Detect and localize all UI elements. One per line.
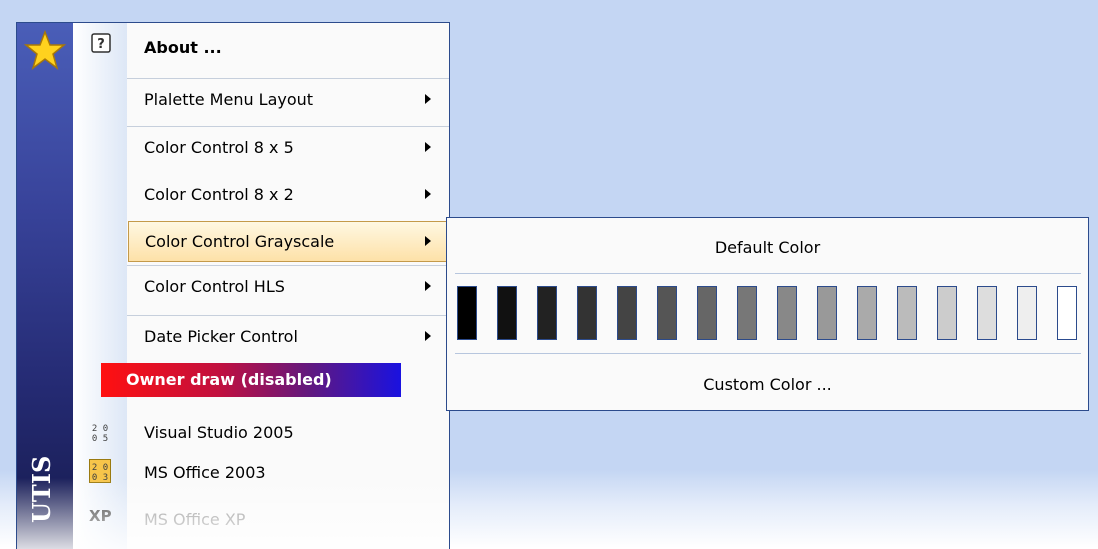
color-swatch[interactable] xyxy=(817,286,837,340)
color-swatch[interactable] xyxy=(497,286,517,340)
menu-item-palette-layout[interactable]: Plalette Menu Layout xyxy=(127,78,449,121)
menu-item-label: Color Control Grayscale xyxy=(145,232,335,251)
default-color-button[interactable]: Default Color xyxy=(447,238,1088,257)
color-swatch[interactable] xyxy=(777,286,797,340)
color-swatch[interactable] xyxy=(857,286,877,340)
menu-item-label: Color Control 8 x 2 xyxy=(144,185,294,204)
submenu-arrow-icon xyxy=(425,236,431,246)
menu-item-color-8x2[interactable]: Color Control 8 x 2 xyxy=(127,174,449,216)
menu-item-label: MS Office 2003 xyxy=(144,463,266,482)
submenu-arrow-icon xyxy=(425,142,431,152)
menu-item-color-hls[interactable]: Color Control HLS xyxy=(127,265,449,308)
submenu-arrow-icon xyxy=(425,281,431,291)
menu-item-label: Date Picker Control xyxy=(144,327,298,346)
menu-item-label: About ... xyxy=(144,38,222,57)
submenu-arrow-icon xyxy=(425,331,431,341)
color-swatch[interactable] xyxy=(537,286,557,340)
color-swatch[interactable] xyxy=(657,286,677,340)
color-swatch[interactable] xyxy=(897,286,917,340)
default-color-label: Default Color xyxy=(714,238,821,257)
menu-item-label: Visual Studio 2005 xyxy=(144,423,294,442)
menu-item-visual-studio-2005[interactable]: Visual Studio 2005 xyxy=(127,412,449,454)
owner-draw-label: Owner draw (disabled) xyxy=(126,370,332,389)
office2003-icon: 2 0 0 3 xyxy=(89,459,111,483)
sidebar-text: UTIS xyxy=(27,455,56,523)
svg-text:2 0: 2 0 xyxy=(92,463,108,473)
star-icon xyxy=(24,29,66,70)
menu-item-about[interactable]: About ... xyxy=(127,27,449,69)
menu-item-label: Color Control HLS xyxy=(144,277,285,296)
submenu-arrow-icon xyxy=(425,189,431,199)
owner-draw-item: Owner draw (disabled) xyxy=(101,363,401,397)
submenu-arrow-icon xyxy=(425,94,431,104)
svg-text:0 5: 0 5 xyxy=(92,434,108,443)
menu-item-date-picker[interactable]: Date Picker Control xyxy=(127,315,449,358)
menu-item-label: MS Office XP xyxy=(144,510,246,529)
menu-item-label: Plalette Menu Layout xyxy=(144,90,314,109)
color-swatch[interactable] xyxy=(457,286,477,340)
menu-sidebar: UTIS xyxy=(17,23,73,549)
custom-color-button[interactable]: Custom Color ... xyxy=(447,375,1088,394)
custom-color-label: Custom Color ... xyxy=(703,375,832,394)
officexp-icon: XP xyxy=(89,507,112,525)
menu-item-ms-office-2003[interactable]: MS Office 2003 xyxy=(127,452,449,494)
color-swatch[interactable] xyxy=(977,286,997,340)
menu-item-color-grayscale[interactable]: Color Control Grayscale xyxy=(128,221,448,262)
popup-menu: UTIS ? 2 0 0 5 2 0 0 3 XP About ... Plal… xyxy=(16,22,450,549)
svg-text:0 3: 0 3 xyxy=(92,473,108,483)
submenu-divider xyxy=(455,353,1081,354)
help-icon: ? xyxy=(91,33,111,53)
color-swatch[interactable] xyxy=(1057,286,1077,340)
color-swatch[interactable] xyxy=(737,286,757,340)
color-swatch[interactable] xyxy=(617,286,637,340)
color-swatch[interactable] xyxy=(937,286,957,340)
menu-item-ms-office-xp[interactable]: MS Office XP xyxy=(127,499,449,541)
svg-text:2 0: 2 0 xyxy=(92,424,108,434)
menu-item-color-8x5[interactable]: Color Control 8 x 5 xyxy=(127,126,449,169)
color-swatch[interactable] xyxy=(697,286,717,340)
color-swatch[interactable] xyxy=(1017,286,1037,340)
icon-column: ? 2 0 0 5 2 0 0 3 XP xyxy=(73,23,127,549)
grayscale-submenu: Default Color Custom Color ... xyxy=(446,217,1089,411)
menu-item-label: Color Control 8 x 5 xyxy=(144,138,294,157)
submenu-divider xyxy=(455,273,1081,274)
vs2005-icon: 2 0 0 5 xyxy=(92,424,108,443)
color-swatch[interactable] xyxy=(577,286,597,340)
svg-text:?: ? xyxy=(97,37,105,52)
